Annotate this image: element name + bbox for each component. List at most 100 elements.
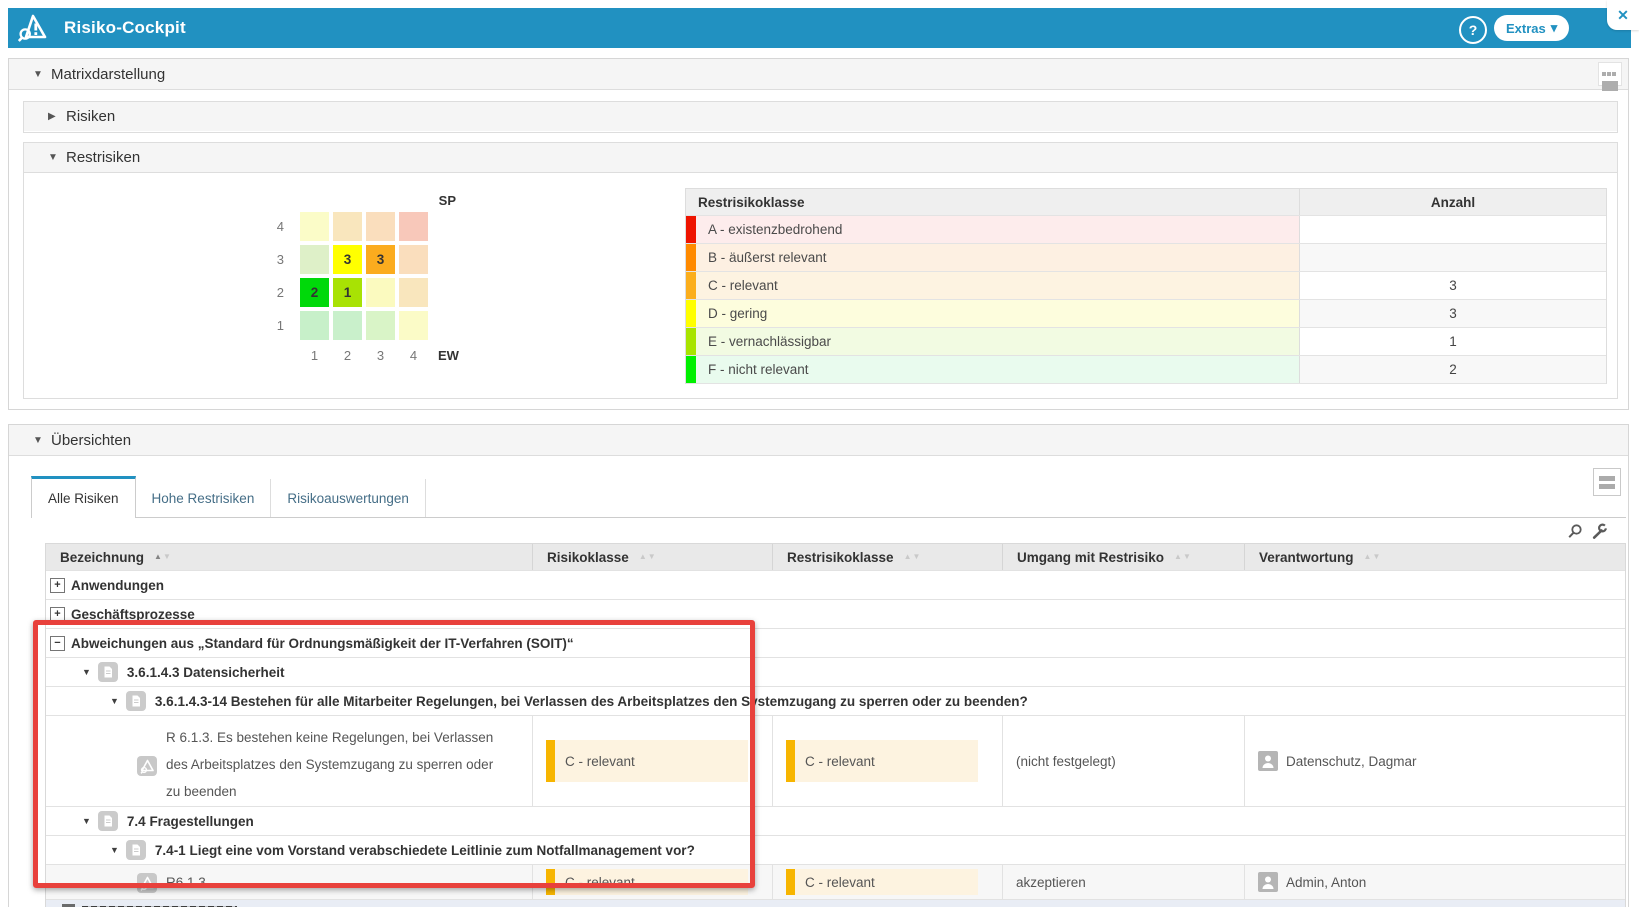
klasse-color-swatch <box>686 328 696 355</box>
person-icon <box>1258 751 1278 771</box>
matrix-cell[interactable] <box>366 212 395 241</box>
sort-icons[interactable]: ▲▼ <box>1364 553 1381 561</box>
tree-collapse-icon[interactable]: ▼ <box>110 845 119 855</box>
panel-title: Übersichten <box>51 432 131 449</box>
matrix-cell[interactable]: 3 <box>366 245 395 274</box>
tab-hohe-restrisiken[interactable]: Hohe Restrisiken <box>136 479 272 517</box>
risikoklasse-chip: C - relevant <box>546 740 748 782</box>
matrix-col-label: 3 <box>366 344 395 363</box>
matrix-cell[interactable] <box>399 311 428 340</box>
chip-color-bar <box>546 869 555 895</box>
klasse-count <box>1299 216 1606 243</box>
tree-collapse-icon[interactable]: ▼ <box>110 696 119 706</box>
klasse-row: E - vernachlässigbar 1 <box>686 328 1606 356</box>
column-header-restrisikoklasse[interactable]: Restrisikoklasse ▲▼ <box>772 544 1002 570</box>
restrisiken-panel-header[interactable]: ▼ Restrisiken <box>24 143 1617 173</box>
klasse-row: C - relevant 3 <box>686 272 1606 300</box>
group-row-anwendungen[interactable]: + Anwendungen <box>46 571 1625 600</box>
document-icon <box>126 691 146 711</box>
panel-title: Risiken <box>66 108 115 125</box>
column-header: Restrisikoklasse <box>686 189 1299 215</box>
sort-icons[interactable]: ▲▼ <box>904 553 921 561</box>
matrix-cell[interactable] <box>300 311 329 340</box>
dashboard-layout-icon[interactable] <box>1598 62 1622 86</box>
matrix-cell[interactable]: 2 <box>300 278 329 307</box>
sort-icons[interactable]: ▲▼ <box>639 553 656 561</box>
sort-icons[interactable]: ▲▼ <box>154 553 171 561</box>
matrix-cell[interactable] <box>399 278 428 307</box>
tree-collapse-icon[interactable]: ▼ <box>82 816 91 826</box>
wrench-icon[interactable] <box>1591 523 1607 539</box>
matrix-cell[interactable]: 3 <box>333 245 362 274</box>
node-row-frage-3-6-1-4-3-14[interactable]: ▼ 3.6.1.4.3-14 Bestehen für alle Mitarbe… <box>46 687 1625 716</box>
klasse-color-swatch <box>686 272 696 299</box>
matrix-cell[interactable]: 1 <box>333 278 362 307</box>
search-icon[interactable] <box>1567 523 1583 539</box>
table-toolbar <box>1567 523 1607 539</box>
tab-strip: Alle Risiken Hohe Restrisiken Risikoausw… <box>31 479 1626 518</box>
matrix-panel-header[interactable]: ▼ Matrixdarstellung <box>9 59 1628 90</box>
matrix-cell[interactable] <box>399 245 428 274</box>
collapse-minus-icon[interactable]: − <box>50 636 65 651</box>
matrix-cell[interactable] <box>300 245 329 274</box>
risiken-panel-header[interactable]: ▶ Risiken <box>24 102 1617 131</box>
column-header-bezeichnung[interactable]: Bezeichnung ▲▼ <box>46 544 532 570</box>
risiken-panel: ▶ Risiken <box>23 101 1618 133</box>
tab-risikoauswertungen[interactable]: Risikoauswertungen <box>271 479 426 517</box>
app-title: Risiko-Cockpit <box>64 18 186 38</box>
restrisikoklasse-chip: C - relevant <box>786 869 978 895</box>
node-row-datensicherheit[interactable]: ▼ 3.6.1.4.3 Datensicherheit <box>46 658 1625 687</box>
risk-icon <box>137 873 157 893</box>
column-header: Anzahl <box>1299 189 1606 215</box>
help-button[interactable]: ? <box>1459 16 1487 44</box>
matrix-panel: ▼ Matrixdarstellung ▶ Risiken ▼ Restrisi… <box>8 58 1629 410</box>
column-header-risikoklasse[interactable]: Risikoklasse ▲▼ <box>532 544 772 570</box>
matrix-col-label: 1 <box>300 344 329 363</box>
matrix-x-axis-label: EW <box>432 344 476 363</box>
klasse-count: 2 <box>1299 356 1606 383</box>
uebersichten-panel-header[interactable]: ▼ Übersichten <box>9 425 1628 456</box>
tab-alle-risiken[interactable]: Alle Risiken <box>31 476 136 518</box>
expand-plus-icon[interactable]: + <box>50 607 65 622</box>
klasse-count: 1 <box>1299 328 1606 355</box>
matrix-cell[interactable] <box>399 212 428 241</box>
close-button[interactable]: ✕ <box>1607 0 1639 30</box>
umgang-cell: akzeptieren <box>1002 865 1244 899</box>
risiko-cockpit-page: Risiko-Cockpit ? Extras ▾ ✕ ▼ Matrixdars… <box>0 0 1639 907</box>
restrisiken-panel: ▼ Restrisiken SP 4 3 3 3 <box>23 142 1618 399</box>
node-row-7-4-fragestellungen[interactable]: ▼ 7.4 Fragestellungen <box>46 807 1625 836</box>
group-row-geschaeftsprozesse[interactable]: + Geschäftsprozesse <box>46 600 1625 629</box>
sort-icons[interactable]: ▲▼ <box>1174 553 1191 561</box>
klasse-row: F - nicht relevant 2 <box>686 356 1606 384</box>
tree-collapse-icon[interactable]: ▼ <box>82 667 91 677</box>
list-view-icon[interactable] <box>1593 468 1621 496</box>
group-row-abweichungen-soit[interactable]: − Abweichungen aus „Standard für Ordnung… <box>46 629 1625 658</box>
uebersichten-panel: ▼ Übersichten Alle Risiken Hohe Restrisi… <box>8 424 1629 907</box>
expand-arrow-icon: ▶ <box>48 111 58 122</box>
klasse-count: 3 <box>1299 300 1606 327</box>
restrisikoklasse-table: Restrisikoklasse Anzahl A - existenzbedr… <box>685 188 1607 384</box>
expand-plus-icon[interactable]: + <box>50 578 65 593</box>
extras-button[interactable]: Extras ▾ <box>1494 15 1569 41</box>
matrix-cell[interactable] <box>366 278 395 307</box>
matrix-cell[interactable] <box>366 311 395 340</box>
matrix-row-label: 4 <box>260 219 296 234</box>
column-header-verantwortung[interactable]: Verantwortung ▲▼ <box>1244 544 1625 570</box>
matrix-cell[interactable] <box>333 212 362 241</box>
collapse-arrow-icon: ▼ <box>48 152 58 163</box>
matrix-row-label: 3 <box>260 252 296 267</box>
document-icon <box>98 811 118 831</box>
node-row-7-4-1[interactable]: ▼ 7.4-1 Liegt eine vom Vorstand verabsch… <box>46 836 1625 865</box>
matrix-row-label: 2 <box>260 285 296 300</box>
column-header-umgang[interactable]: Umgang mit Restrisiko ▲▼ <box>1002 544 1244 570</box>
klasse-row: A - existenzbedrohend <box>686 216 1606 244</box>
risk-matrix: SP 4 3 3 3 2 2 1 <box>260 193 476 373</box>
klasse-color-swatch <box>686 356 696 383</box>
matrix-cell[interactable] <box>333 311 362 340</box>
clipped-group-row[interactable] <box>46 900 1625 907</box>
risk-row-r613-kurz[interactable]: R6.1.3 C - relevant C - relevant akzepti… <box>46 865 1625 900</box>
risk-row-r613-lang[interactable]: R 6.1.3. Es bestehen keine Regelungen, b… <box>46 716 1625 807</box>
klasse-color-swatch <box>686 244 696 271</box>
table-header-row: Bezeichnung ▲▼ Risikoklasse ▲▼ Restrisik… <box>46 544 1625 571</box>
matrix-cell[interactable] <box>300 212 329 241</box>
